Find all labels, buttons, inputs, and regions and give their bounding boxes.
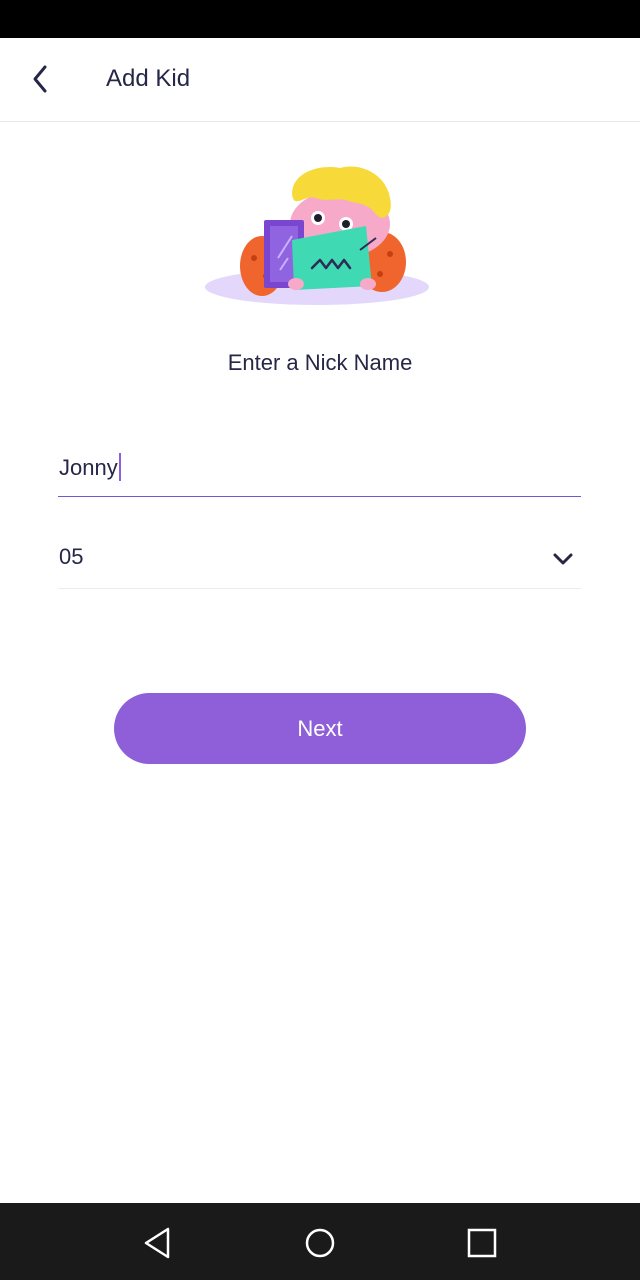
triangle-back-icon[interactable]: [138, 1223, 178, 1263]
status-bar: [0, 0, 640, 38]
circle-home-icon[interactable]: [300, 1223, 340, 1263]
kid-with-tablet-illustration: [205, 166, 429, 305]
square-recents-icon[interactable]: [462, 1223, 502, 1263]
system-nav-bar: [0, 1203, 640, 1280]
chevron-down-icon: [553, 553, 573, 565]
page-title: Add Kid: [106, 65, 191, 92]
app-bar: Add Kid: [0, 38, 640, 122]
nickname-prompt: Enter a Nick Name: [227, 350, 413, 375]
back-button[interactable]: [18, 56, 64, 102]
age-select[interactable]: 05: [58, 530, 581, 589]
nickname-value: Jonny: [59, 455, 118, 480]
next-button[interactable]: Next: [114, 693, 526, 764]
chevron-left-icon: [33, 65, 47, 93]
age-value: 05: [59, 544, 84, 569]
nickname-input[interactable]: Jonny: [58, 440, 581, 497]
text-cursor: [118, 453, 121, 481]
